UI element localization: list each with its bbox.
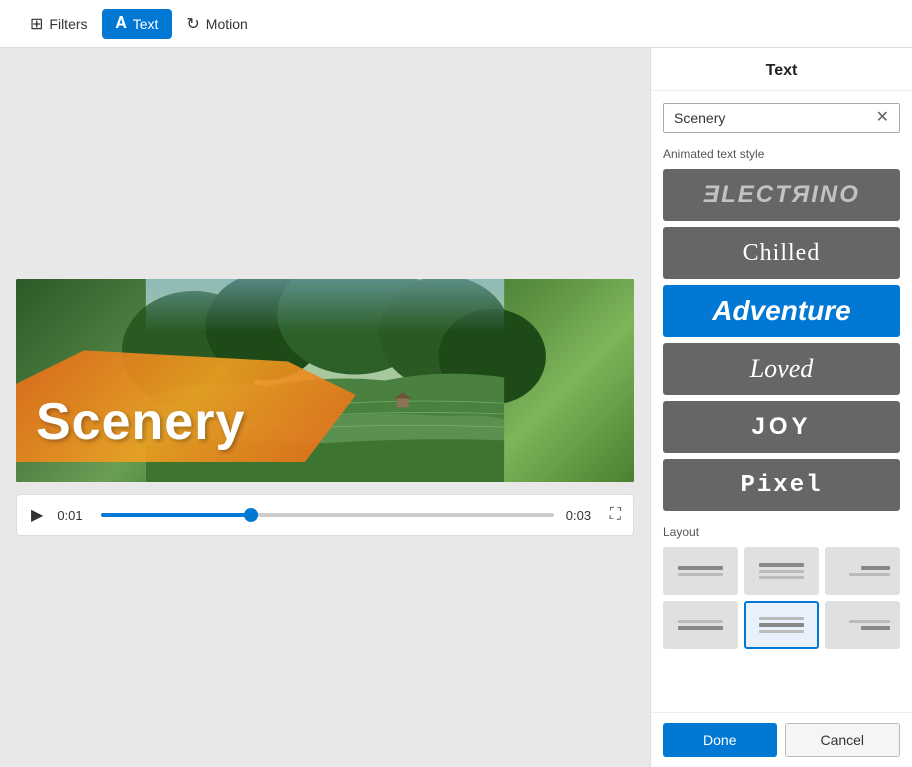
layout-line-5c <box>759 630 803 633</box>
style-tile-loved[interactable]: Loved <box>663 343 900 395</box>
section-label: Animated text style <box>651 141 912 169</box>
text-icon: 𝐀 <box>116 15 127 33</box>
layout-line-5a <box>759 617 803 620</box>
current-time: 0:01 <box>57 508 89 523</box>
layout-line-4b <box>678 626 722 630</box>
seek-handle[interactable] <box>244 508 258 522</box>
style-label-pixel: Pixel <box>740 472 822 499</box>
search-clear-button[interactable]: ✕ <box>876 110 889 126</box>
layout-section: Layout <box>651 517 912 661</box>
layout-tile-5[interactable] <box>744 601 819 649</box>
style-label-joy: JOY <box>751 413 811 441</box>
layout-line-5b <box>759 623 803 627</box>
layout-line-6a <box>849 620 890 623</box>
text-panel: Text ✕ Animated text style ƎLECTЯINO Chi… <box>650 48 912 767</box>
style-tile-adventure[interactable]: Adventure <box>663 285 900 337</box>
style-label-electro: ƎLECTЯINO <box>703 181 860 209</box>
style-tile-joy[interactable]: JOY <box>663 401 900 453</box>
video-container: Scenery <box>16 279 634 482</box>
layout-tile-3[interactable] <box>825 547 900 595</box>
main-layout: Scenery ▶ 0:01 0:03 ⛶ Text ✕ Animated <box>0 48 912 767</box>
style-tile-pixel[interactable]: Pixel <box>663 459 900 511</box>
layout-line-1a <box>678 566 722 570</box>
style-label-adventure: Adventure <box>712 295 850 327</box>
layout-line-1b <box>678 573 722 576</box>
total-time: 0:03 <box>566 508 598 523</box>
video-background: Scenery <box>16 279 634 482</box>
style-tile-chilled[interactable]: Chilled <box>663 227 900 279</box>
layout-line-2c <box>759 576 803 579</box>
search-input[interactable] <box>674 110 870 126</box>
layout-line-2a <box>759 563 803 567</box>
layout-tile-6[interactable] <box>825 601 900 649</box>
layout-line-2b <box>759 570 803 573</box>
motion-label: Motion <box>206 16 248 32</box>
filters-button[interactable]: ⊞ Filters <box>16 8 102 40</box>
toolbar: ⊞ Filters 𝐀 Text ↻ Motion <box>0 0 912 48</box>
style-label-loved: Loved <box>750 354 814 384</box>
fullscreen-button[interactable]: ⛶ <box>610 506 621 524</box>
style-label-chilled: Chilled <box>743 240 821 267</box>
seek-fill <box>101 513 250 517</box>
cancel-button[interactable]: Cancel <box>785 723 901 757</box>
layout-line-3b <box>849 573 890 576</box>
text-label: Text <box>133 16 159 32</box>
style-list: ƎLECTЯINO Chilled Adventure Loved JOY Pi… <box>651 169 912 517</box>
text-button[interactable]: 𝐀 Text <box>102 9 173 39</box>
layout-tile-2[interactable] <box>744 547 819 595</box>
video-panel: Scenery ▶ 0:01 0:03 ⛶ <box>0 48 650 767</box>
filters-icon: ⊞ <box>30 14 43 34</box>
layout-tile-4[interactable] <box>663 601 738 649</box>
layout-label: Layout <box>663 525 900 539</box>
layout-line-4a <box>678 620 722 623</box>
layout-tile-1[interactable] <box>663 547 738 595</box>
video-controls: ▶ 0:01 0:03 ⛶ <box>16 494 634 536</box>
filters-label: Filters <box>49 16 87 32</box>
layout-grid <box>663 547 900 649</box>
done-button[interactable]: Done <box>663 723 777 757</box>
seek-bar[interactable] <box>101 513 553 517</box>
panel-footer: Done Cancel <box>651 712 912 767</box>
video-text-overlay: Scenery <box>36 392 245 452</box>
motion-button[interactable]: ↻ Motion <box>172 8 261 40</box>
search-box: ✕ <box>663 103 900 133</box>
search-box-container: ✕ <box>651 91 912 141</box>
layout-line-6b <box>861 626 891 630</box>
layout-line-3a <box>861 566 891 570</box>
style-tile-electro[interactable]: ƎLECTЯINO <box>663 169 900 221</box>
panel-title: Text <box>651 48 912 91</box>
motion-icon: ↻ <box>186 14 199 34</box>
play-button[interactable]: ▶ <box>29 503 45 527</box>
